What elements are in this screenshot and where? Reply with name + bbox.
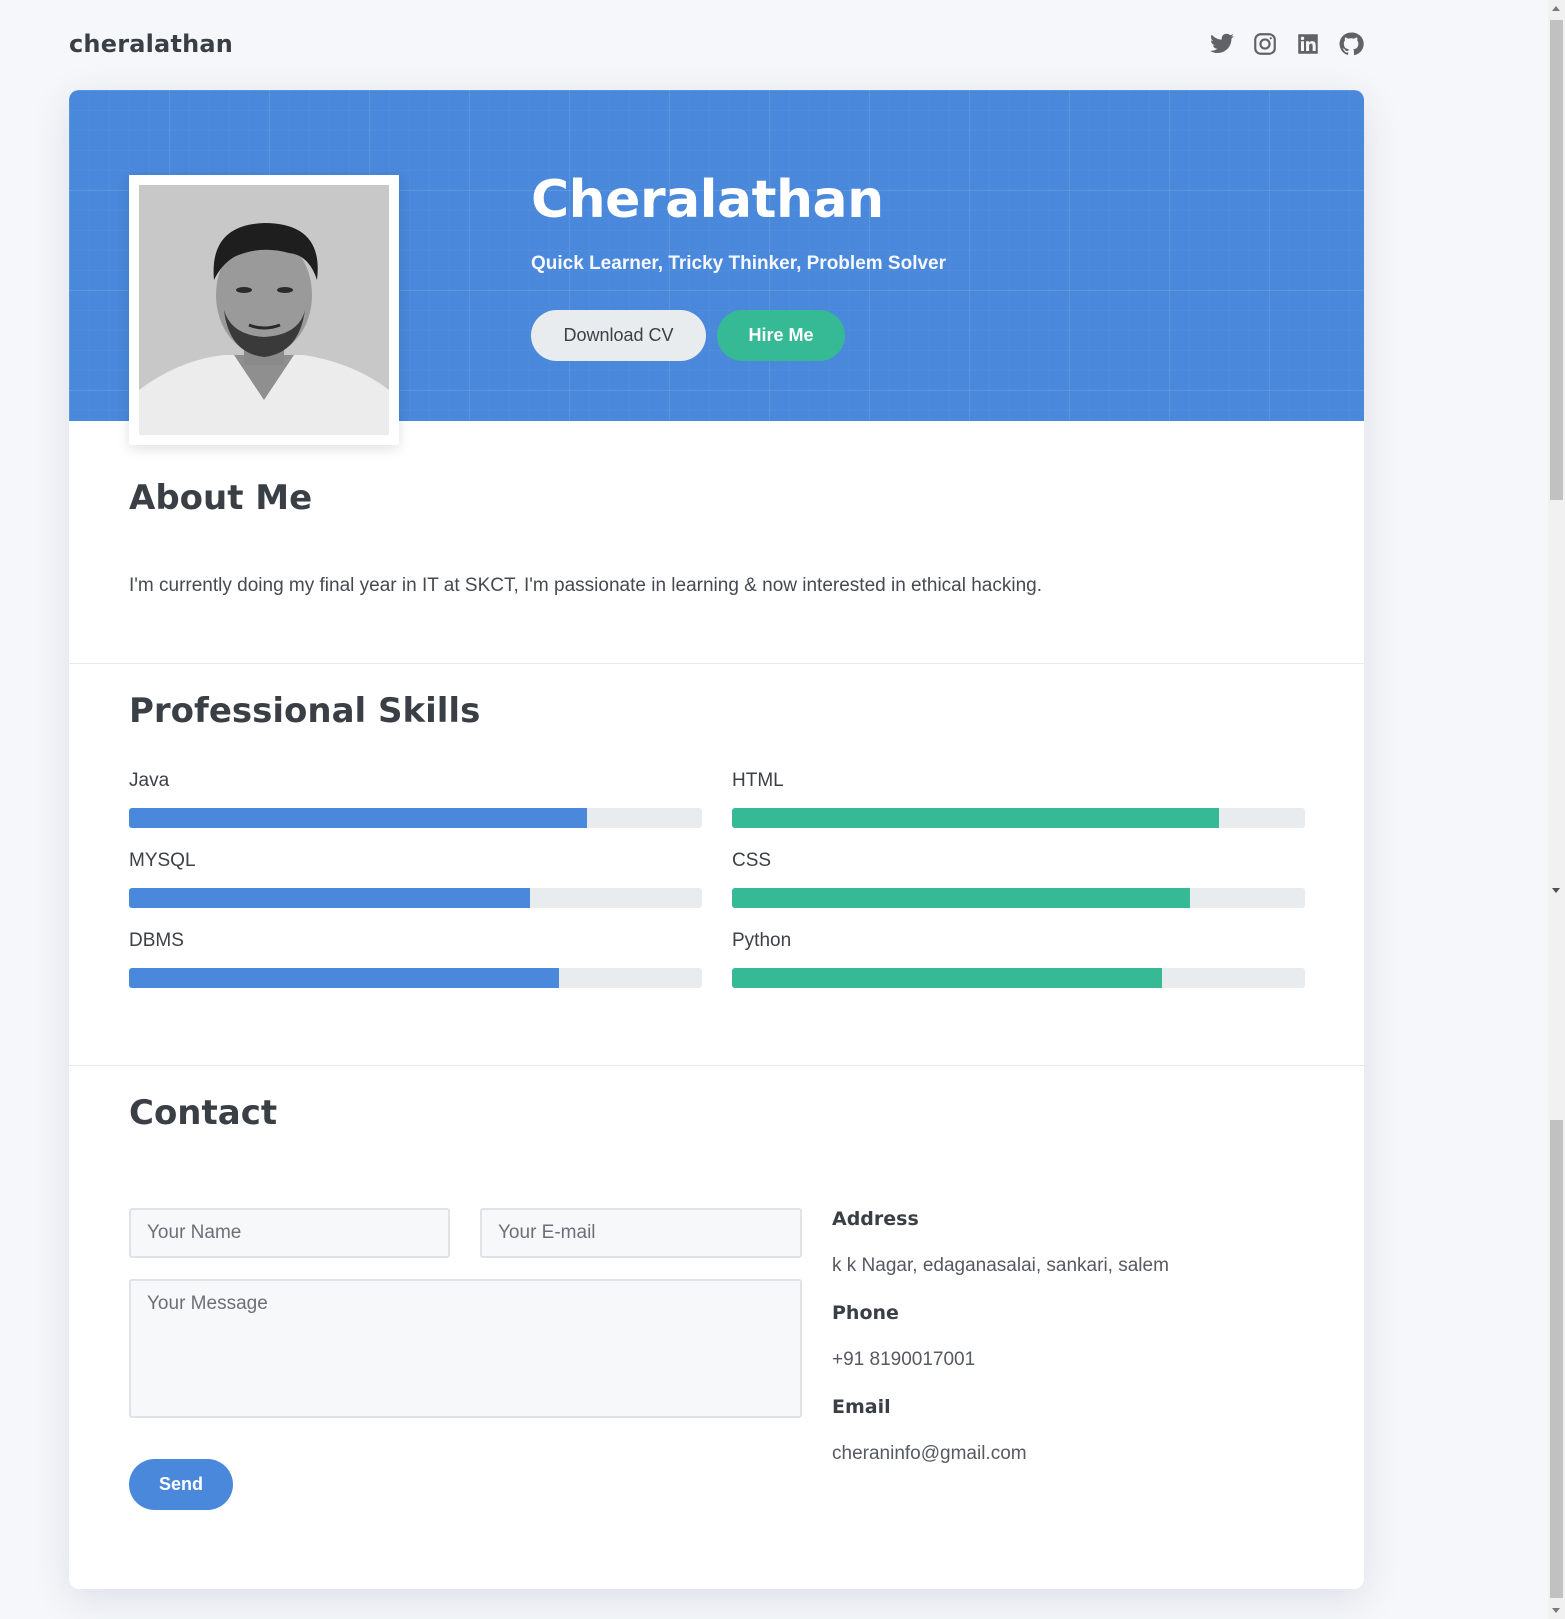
send-button[interactable]: Send: [129, 1459, 233, 1510]
address-value: k k Nagar, edaganasalai, sankari, salem: [832, 1255, 1169, 1276]
top-navbar: cheralathan: [69, 24, 1364, 64]
skill-java: Java: [129, 770, 702, 828]
about-title: About Me: [129, 478, 313, 518]
skill-progress-track: [129, 968, 702, 988]
profile-photo-frame: [129, 175, 399, 445]
social-links: [1209, 31, 1364, 57]
skill-label: CSS: [732, 850, 772, 871]
skill-python: Python: [732, 930, 1305, 988]
skill-progress-fill: [129, 888, 531, 908]
hero-name: Cheralathan: [531, 170, 884, 230]
brand-logo[interactable]: cheralathan: [69, 30, 233, 58]
scrollbar-thumb[interactable]: [1550, 20, 1563, 500]
skill-dbms: DBMS: [129, 930, 702, 988]
github-icon[interactable]: [1338, 31, 1364, 57]
skill-css: CSS: [732, 850, 1305, 908]
skill-progress-track: [129, 808, 702, 828]
skill-progress-track: [732, 968, 1305, 988]
scroll-down-arrow-icon[interactable]: [1552, 1608, 1560, 1613]
page-scrollbar[interactable]: [1548, 0, 1565, 1619]
skill-mysql: MYSQL: [129, 850, 702, 908]
skills-title: Professional Skills: [129, 691, 481, 731]
skill-html: HTML: [732, 770, 1305, 828]
skill-progress-track: [129, 888, 702, 908]
message-textarea[interactable]: [129, 1279, 802, 1418]
skill-label: Python: [732, 930, 792, 951]
skill-progress-fill: [732, 968, 1162, 988]
name-input[interactable]: [129, 1208, 450, 1258]
scrollbar-thumb[interactable]: [1550, 1120, 1563, 1598]
address-label: Address: [832, 1208, 919, 1230]
skill-progress-fill: [732, 888, 1191, 908]
twitter-icon[interactable]: [1209, 31, 1235, 57]
email-input[interactable]: [480, 1208, 802, 1258]
resume-card: Cheralathan Quick Learner, Tricky Thinke…: [69, 90, 1364, 1589]
profile-photo: [139, 185, 389, 435]
skill-progress-fill: [129, 808, 588, 828]
phone-value: +91 8190017001: [832, 1349, 976, 1370]
hire-me-button[interactable]: Hire Me: [717, 310, 845, 361]
skill-progress-fill: [732, 808, 1220, 828]
skill-label: DBMS: [129, 930, 184, 951]
scroll-down-arrow-icon[interactable]: [1552, 888, 1560, 893]
contact-title: Contact: [129, 1093, 278, 1133]
email-label: Email: [832, 1396, 891, 1418]
email-value: cheraninfo@gmail.com: [832, 1443, 1027, 1464]
section-divider: [69, 663, 1364, 664]
about-text: I'm currently doing my final year in IT …: [129, 575, 1043, 596]
skill-progress-track: [732, 888, 1305, 908]
phone-label: Phone: [832, 1302, 899, 1324]
instagram-icon[interactable]: [1252, 31, 1278, 57]
linkedin-icon[interactable]: [1295, 31, 1321, 57]
skill-progress-fill: [129, 968, 559, 988]
hero-tagline: Quick Learner, Tricky Thinker, Problem S…: [531, 253, 947, 274]
section-divider: [69, 1065, 1364, 1066]
skill-progress-track: [732, 808, 1305, 828]
portrait-image: [139, 185, 389, 435]
hero-actions: Download CV Hire Me: [531, 310, 845, 361]
skill-label: Java: [129, 770, 170, 791]
skill-label: MYSQL: [129, 850, 196, 871]
scroll-up-arrow-icon[interactable]: [1552, 6, 1560, 11]
download-cv-button[interactable]: Download CV: [531, 310, 706, 361]
skill-label: HTML: [732, 770, 784, 791]
